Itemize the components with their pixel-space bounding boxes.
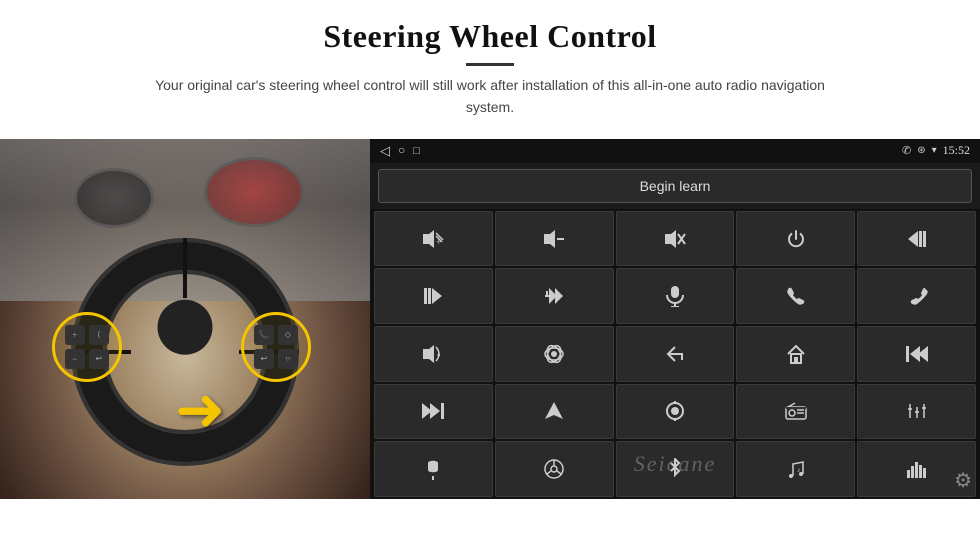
content-area: + ⟨ − ↩ 📞 ◇ ↩ ○ ➜ ◁ (0, 139, 980, 548)
prev-skip-button[interactable] (857, 211, 976, 267)
title-divider (466, 63, 514, 66)
status-right: ✆ ⊛ ▾ 15:52 (902, 143, 970, 158)
eq-button[interactable] (857, 384, 976, 440)
location-icon: ⊛ (917, 145, 925, 156)
hang-up-button[interactable] (857, 268, 976, 324)
mic-button[interactable] (616, 268, 735, 324)
source-button[interactable] (616, 384, 735, 440)
wheel-button[interactable] (495, 441, 614, 497)
vol-down-button[interactable] (495, 211, 614, 267)
header-section: Steering Wheel Control Your original car… (0, 0, 980, 129)
subtitle-text: Your original car's steering wheel contr… (150, 74, 830, 119)
svg-text:♪: ♪ (797, 466, 801, 474)
home-button[interactable] (736, 326, 855, 382)
next-button[interactable] (374, 268, 493, 324)
power-button[interactable] (736, 211, 855, 267)
phone-status-icon: ✆ (902, 144, 911, 157)
back-nav-icon[interactable]: ◁ (380, 143, 390, 159)
svg-text:+: + (436, 237, 441, 247)
mute-button[interactable] (616, 211, 735, 267)
right-control-circle: 📞 ◇ ↩ ○ (241, 312, 311, 382)
fast-fwd-button[interactable] (374, 384, 493, 440)
svg-text:♦: ♦ (437, 351, 441, 359)
begin-learn-button[interactable]: Begin learn (378, 169, 972, 203)
music-button[interactable]: ♪ (736, 441, 855, 497)
mic2-button[interactable] (374, 441, 493, 497)
time-display: 15:52 (943, 143, 970, 158)
status-left: ◁ ○ □ (380, 143, 420, 159)
wifi-icon: ▾ (932, 145, 937, 156)
back-button[interactable] (616, 326, 735, 382)
page-title: Steering Wheel Control (40, 18, 940, 55)
speaker-button[interactable]: ♦ (374, 326, 493, 382)
control-grid: + (370, 209, 980, 499)
status-bar: ◁ ○ □ ✆ ⊛ ▾ 15:52 (370, 139, 980, 163)
radio-button[interactable] (736, 384, 855, 440)
settings-gear-icon[interactable]: ⚙ (954, 468, 972, 493)
home-nav-icon[interactable]: ○ (398, 143, 405, 158)
bt-button[interactable] (616, 441, 735, 497)
recents-nav-icon[interactable]: □ (413, 145, 420, 157)
android-panel: ◁ ○ □ ✆ ⊛ ▾ 15:52 Begin learn (370, 139, 980, 499)
steering-wheel-center (158, 300, 213, 355)
left-control-circle: + ⟨ − ↩ (52, 312, 122, 382)
nav-button[interactable] (495, 384, 614, 440)
yellow-arrow: ➜ (175, 375, 225, 445)
begin-learn-row: Begin learn (370, 163, 980, 209)
vol-up-button[interactable]: + (374, 211, 493, 267)
steering-wheel-image: + ⟨ − ↩ 📞 ◇ ↩ ○ ➜ (0, 139, 370, 499)
360-button[interactable] (495, 326, 614, 382)
rewind-button[interactable] (857, 326, 976, 382)
ff-button[interactable] (495, 268, 614, 324)
call-button[interactable] (736, 268, 855, 324)
